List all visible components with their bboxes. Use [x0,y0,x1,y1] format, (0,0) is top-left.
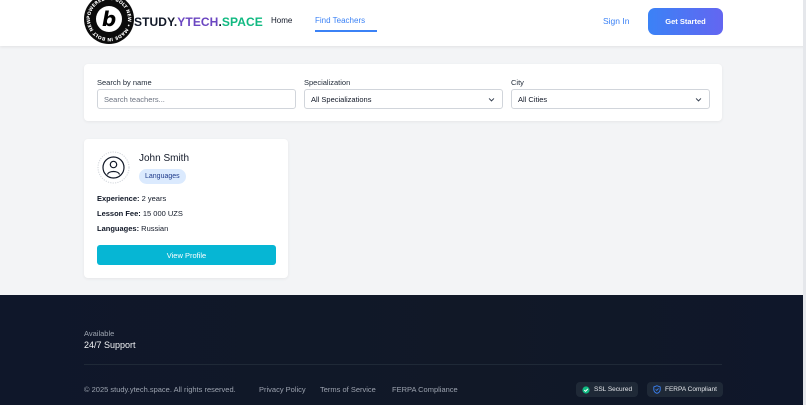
bolt-badge-logo[interactable]: POWERED BY BOLT NEW • MADE IN BOLT NEW •… [84,0,134,44]
lesson-fee-label: Lesson Fee: [97,209,141,218]
languages-row: Languages: Russian [97,224,168,233]
footer-divider [84,364,722,365]
ssl-badge-label: SSL Secured [594,386,633,393]
city-selected-value: All Cities [518,94,548,104]
footer-copyright: © 2025 study.ytech.space. All rights res… [84,385,236,394]
specialization-label: Specialization [304,78,351,87]
view-profile-button[interactable]: View Profile [97,245,276,265]
experience-row: Experience: 2 years [97,194,166,203]
badge-letter: b [96,6,122,32]
nav-home-link[interactable]: Home [271,16,292,25]
chevron-down-icon [488,98,495,102]
search-name-field[interactable] [97,89,296,109]
shield-icon [653,385,661,394]
check-circle-icon [582,385,590,394]
city-select[interactable]: All Cities [511,89,710,109]
brand-part-space: SPACE [221,15,263,29]
sign-in-link[interactable]: Sign In [603,16,629,26]
nav-find-teachers-link[interactable]: Find Teachers [315,16,365,25]
footer-ferpa-link[interactable]: FERPA Compliance [392,385,458,394]
nav-active-underline [315,30,377,32]
search-name-label: Search by name [97,78,152,87]
languages-label: Languages: [97,224,140,233]
brand-logo[interactable]: STUDY.YTECH.SPACE [134,15,263,29]
lesson-fee-row: Lesson Fee: 15 000 UZS [97,209,183,218]
chevron-down-icon [695,98,702,102]
city-label: City [511,78,524,87]
footer-support-text: 24/7 Support [84,340,136,350]
teacher-name: John Smith [139,153,190,164]
specialization-selected-value: All Specializations [311,94,372,104]
specialization-select[interactable]: All Specializations [304,89,503,109]
ferpa-badge-label: FERPA Compliant [665,386,717,393]
languages-value: Russian [139,224,169,233]
experience-value: 2 years [139,194,167,203]
footer-terms-link[interactable]: Terms of Service [320,385,376,394]
ssl-badge: SSL Secured [576,382,639,397]
get-started-button[interactable]: Get Started [648,8,723,35]
ferpa-badge: FERPA Compliant [647,382,723,397]
lesson-fee-value: 15 000 UZS [140,209,183,218]
brand-part-study: STUDY. [134,15,178,29]
search-input[interactable] [104,94,295,104]
experience-label: Experience: [97,194,140,203]
brand-part-ytech: YTECH [177,15,219,29]
footer-available-label: Available [84,329,115,338]
footer-privacy-link[interactable]: Privacy Policy [259,385,306,394]
specialization-tag: Languages [139,169,186,184]
user-avatar-icon [97,151,130,184]
